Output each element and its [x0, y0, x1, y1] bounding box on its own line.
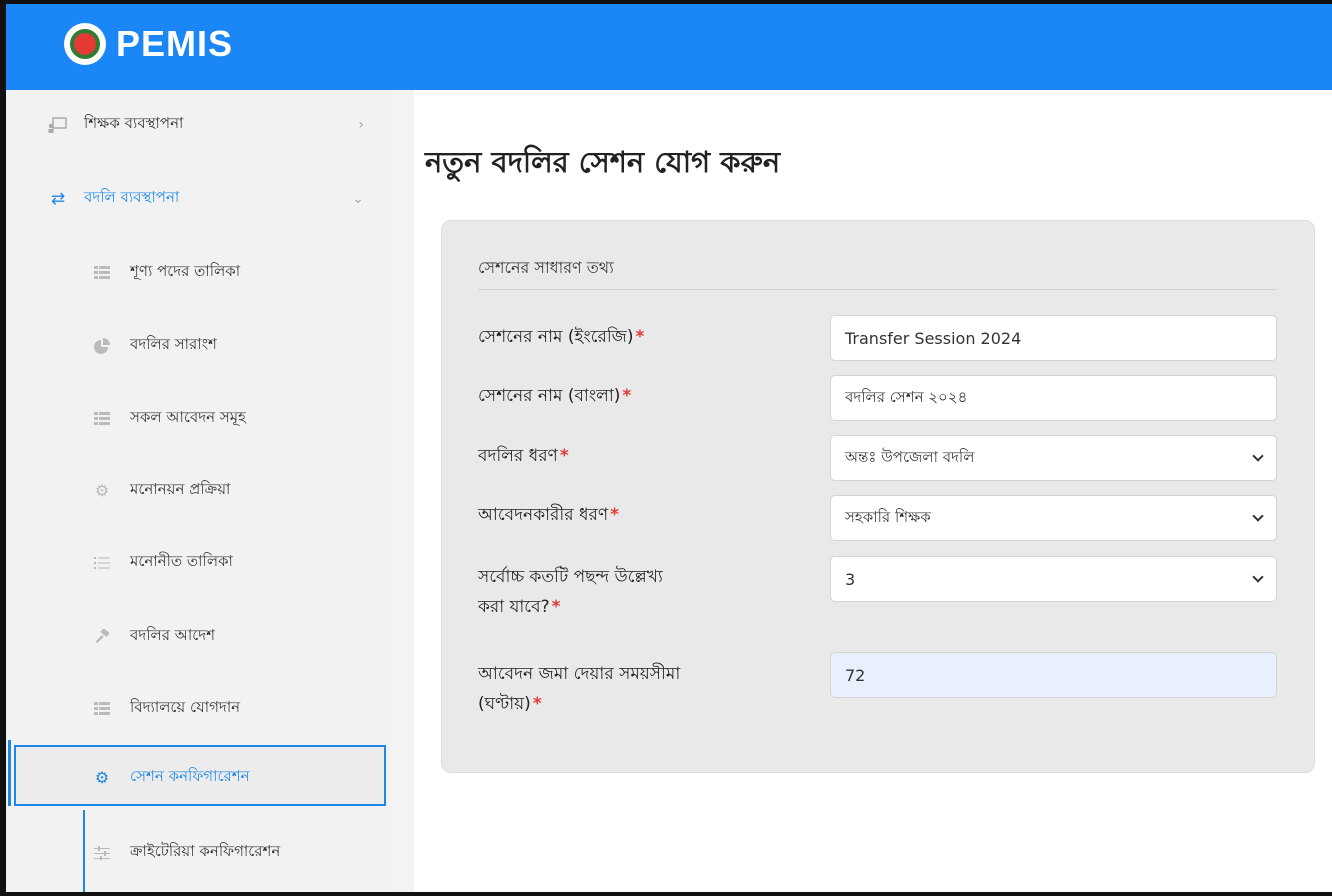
sidebar-item-transfer-management[interactable]: ⇄ বদলি ব্যবস্থাপনা ⌄: [48, 186, 368, 211]
page-title: নতুন বদলির সেশন যোগ করুন: [425, 145, 781, 179]
sidebar-item-school-joining[interactable]: বিদ্যালয়ে যোগদান: [92, 696, 372, 721]
sidebar-item-label: ক্রাইটেরিয়া কনফিগারেশন: [130, 842, 281, 860]
sidebar-item-nominated-list[interactable]: মনোনীত তালিকা: [92, 550, 372, 575]
card-title: সেশনের সাধারণ তথ্য: [478, 258, 614, 277]
sidebar-item-transfer-order[interactable]: বদলির আদেশ: [92, 624, 372, 649]
divider: [478, 289, 1277, 290]
teacher-board-icon: [48, 115, 68, 135]
brand[interactable]: PEMIS: [64, 23, 233, 65]
list-icon: [92, 553, 112, 573]
brand-name: PEMIS: [116, 23, 234, 64]
sidebar-item-label: বদলির আদেশ: [130, 626, 215, 644]
transfer-type-label: বদলির ধরণ *: [478, 446, 569, 466]
sidebar-item-vacancy-list[interactable]: শূণ্য পদের তালিকা: [92, 260, 372, 285]
sidebar-item-all-applications[interactable]: সকল আবেদন সমূহ: [92, 406, 372, 431]
sidebar-item-transfer-summary[interactable]: বদলির সারাংশ: [92, 333, 372, 358]
applicant-type-select[interactable]: সহকারি শিক্ষক: [830, 495, 1277, 541]
pie-chart-icon: [92, 336, 112, 356]
session-name-bn-label: সেশনের নাম (বাংলা) *: [478, 386, 632, 406]
chevron-down-icon: ⌄: [352, 190, 364, 207]
gavel-icon: [92, 627, 112, 647]
required-mark: *: [551, 597, 561, 617]
sidebar-item-label: শূণ্য পদের তালিকা: [130, 262, 241, 280]
chevron-down-icon: [1252, 450, 1264, 462]
chevron-right-icon: ›: [358, 116, 364, 133]
deadline-hours-label: আবেদন জমা দেয়ার সময়সীমা (ঘণ্টায়) *: [478, 664, 681, 714]
table-icon: [92, 409, 112, 429]
active-indicator: [8, 740, 11, 806]
session-name-en-input[interactable]: Transfer Session 2024: [830, 315, 1277, 361]
sidebar-item-label: মনোনীত তালিকা: [130, 552, 233, 570]
session-name-en-label: সেশনের নাম (ইংরেজি) *: [478, 327, 645, 347]
max-preferences-label: সর্বোচ্চ কতটি পছন্দ উল্লেখ্য করা যাবে? *: [478, 567, 663, 617]
sidebar-item-session-configuration-content[interactable]: ⚙ সেশন কনফিগারেশন: [92, 765, 372, 790]
sidebar-item-label: বিদ্যালয়ে যোগদান: [130, 698, 241, 716]
gear-icon: ⚙: [94, 481, 110, 500]
top-navbar: PEMIS: [6, 4, 1332, 90]
gear-icon: ⚙: [94, 768, 110, 787]
table-icon: [92, 699, 112, 719]
sliders-icon: [92, 843, 112, 863]
applicant-type-label: আবেদনকারীর ধরণ *: [478, 505, 620, 525]
session-name-bn-input[interactable]: বদলির সেশন ২০২৪: [830, 375, 1277, 421]
sidebar-item-label: মনোনয়ন প্রক্রিয়া: [130, 480, 231, 498]
sidebar-item-label: শিক্ষক ব্যবস্থাপনা: [84, 114, 184, 132]
sidebar-item-label: বদলি ব্যবস্থাপনা: [84, 188, 180, 206]
sidebar-item-nomination-process[interactable]: ⚙ মনোনয়ন প্রক্রিয়া: [92, 478, 372, 503]
required-mark: *: [610, 505, 620, 525]
sidebar-item-label: সকল আবেদন সমূহ: [130, 408, 246, 426]
tree-line: [83, 810, 85, 892]
sidebar-item-label: বদলির সারাংশ: [130, 335, 217, 353]
transfer-arrows-icon: ⇄: [50, 188, 66, 209]
sidebar-item-teacher-management[interactable]: শিক্ষক ব্যবস্থাপনা ›: [48, 112, 368, 137]
chevron-down-icon: [1252, 571, 1264, 583]
chevron-down-icon: [1252, 510, 1264, 522]
max-preferences-select[interactable]: 3: [830, 556, 1277, 602]
transfer-type-select[interactable]: অন্তঃ উপজেলা বদলি: [830, 435, 1277, 481]
table-icon: [92, 263, 112, 283]
sidebar-item-label: সেশন কনফিগারেশন: [130, 767, 250, 785]
required-mark: *: [635, 327, 645, 347]
required-mark: *: [622, 386, 632, 406]
bangladesh-govt-logo-icon: [64, 23, 106, 65]
required-mark: *: [559, 446, 569, 466]
required-mark: *: [532, 694, 542, 714]
deadline-hours-input[interactable]: 72: [830, 652, 1277, 698]
sidebar-item-criteria-configuration[interactable]: ক্রাইটেরিয়া কনফিগারেশন: [92, 840, 372, 865]
